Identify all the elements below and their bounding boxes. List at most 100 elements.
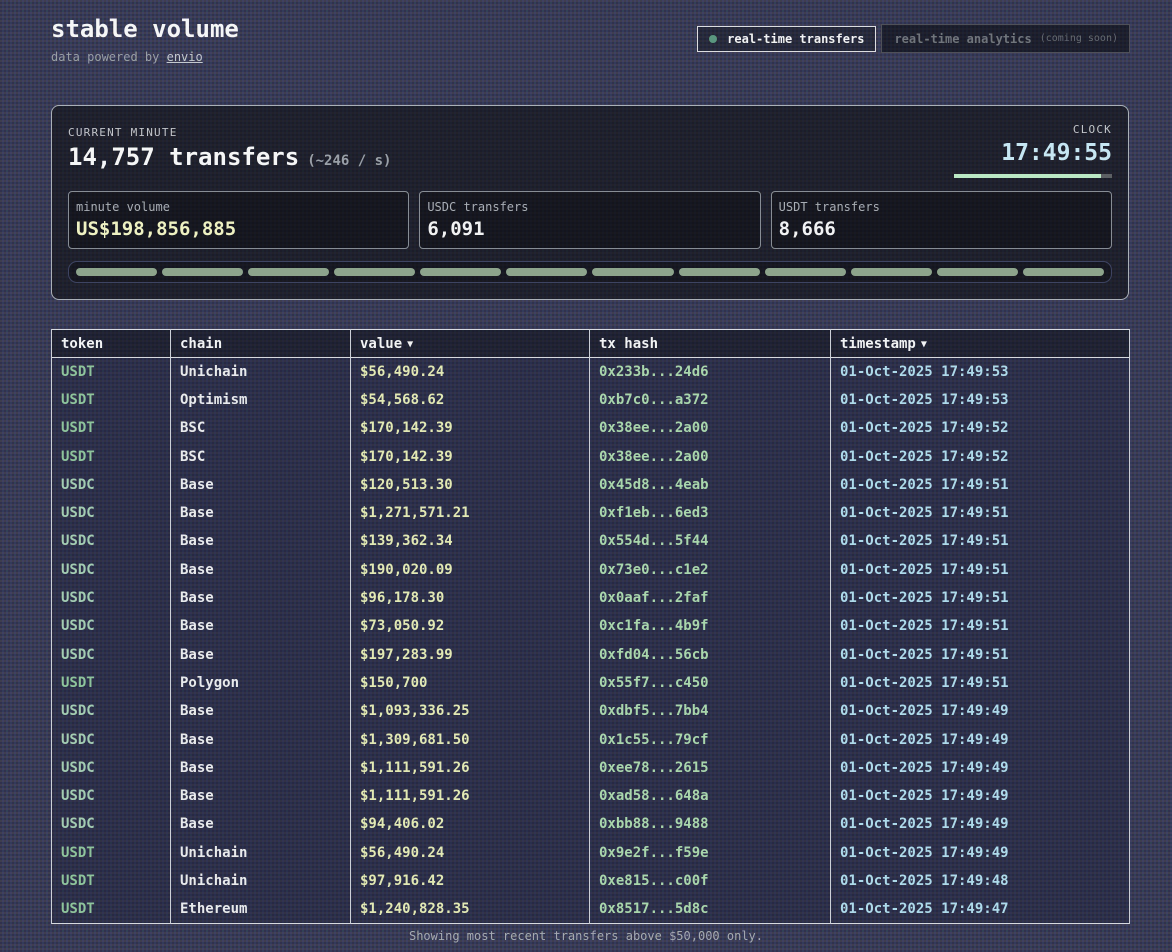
column-header-token[interactable]: token — [52, 330, 171, 358]
column-header-tx-hash[interactable]: tx hash — [590, 330, 831, 358]
segment-11 — [937, 268, 1018, 276]
cell-tx-hash: 0x55f7...c450 — [590, 669, 831, 697]
cell-tx-hash: 0xb7c0...a372 — [590, 386, 831, 414]
table-row[interactable]: USDC Base $1,111,591.26 0xad58...648a 01… — [52, 782, 1130, 810]
segment-8 — [679, 268, 760, 276]
cell-value: $197,283.99 — [351, 640, 590, 668]
current-minute-label: CURRENT MINUTE — [68, 126, 391, 139]
cell-timestamp: 01-Oct-2025 17:49:51 — [831, 471, 1130, 499]
cell-value: $96,178.30 — [351, 584, 590, 612]
cell-timestamp: 01-Oct-2025 17:49:49 — [831, 839, 1130, 867]
cell-token: USDC — [52, 556, 171, 584]
segment-12 — [1023, 268, 1104, 276]
cell-token: USDC — [52, 640, 171, 668]
table-row[interactable]: USDC Base $1,271,571.21 0xf1eb...6ed3 01… — [52, 499, 1130, 527]
cell-timestamp: 01-Oct-2025 17:49:47 — [831, 895, 1130, 923]
card-label: minute volume — [76, 200, 401, 214]
cell-tx-hash: 0x1c55...79cf — [590, 725, 831, 753]
table-row[interactable]: USDC Base $197,283.99 0xfd04...56cb 01-O… — [52, 640, 1130, 668]
card-value: 8,666 — [779, 218, 1104, 240]
table-row[interactable]: USDC Base $96,178.30 0x0aaf...2faf 01-Oc… — [52, 584, 1130, 612]
cell-tx-hash: 0x554d...5f44 — [590, 527, 831, 555]
transfers-table: token chain value▼ tx hash timestamp▼ US… — [51, 329, 1130, 924]
cell-value: $170,142.39 — [351, 414, 590, 442]
tab-real-time-transfers[interactable]: real-time transfers — [697, 26, 876, 52]
cell-tx-hash: 0xbb88...9488 — [590, 810, 831, 838]
clock-box: CLOCK 17:49:55 — [954, 123, 1112, 178]
table-row[interactable]: USDT BSC $170,142.39 0x38ee...2a00 01-Oc… — [52, 442, 1130, 470]
table-row[interactable]: USDC Base $1,309,681.50 0x1c55...79cf 01… — [52, 725, 1130, 753]
table-row[interactable]: USDC Base $139,362.34 0x554d...5f44 01-O… — [52, 527, 1130, 555]
segment-4 — [334, 268, 415, 276]
cell-token: USDT — [52, 386, 171, 414]
cell-chain: Base — [171, 584, 351, 612]
cell-token: USDC — [52, 527, 171, 555]
table-row[interactable]: USDT Unichain $56,490.24 0x233b...24d6 0… — [52, 358, 1130, 386]
cell-timestamp: 01-Oct-2025 17:49:51 — [831, 669, 1130, 697]
envio-link[interactable]: envio — [167, 50, 203, 64]
table-row[interactable]: USDC Base $73,050.92 0xc1fa...4b9f 01-Oc… — [52, 612, 1130, 640]
segment-5 — [420, 268, 501, 276]
column-header-timestamp[interactable]: timestamp▼ — [831, 330, 1130, 358]
table-row[interactable]: USDT Ethereum $1,240,828.35 0x8517...5d8… — [52, 895, 1130, 923]
cell-timestamp: 01-Oct-2025 17:49:53 — [831, 358, 1130, 386]
card-value: US$198,856,885 — [76, 218, 401, 240]
column-header-chain[interactable]: chain — [171, 330, 351, 358]
card-label: USDT transfers — [779, 200, 1104, 214]
table-row[interactable]: USDC Base $1,093,336.25 0xdbf5...7bb4 01… — [52, 697, 1130, 725]
cell-token: USDC — [52, 810, 171, 838]
cell-tx-hash: 0x38ee...2a00 — [590, 442, 831, 470]
tabs: real-time transfers real-time analytics … — [697, 24, 1130, 53]
sort-desc-icon: ▼ — [921, 339, 927, 350]
cell-token: USDT — [52, 839, 171, 867]
tab-analytics-label: real-time analytics — [894, 32, 1031, 46]
cell-timestamp: 01-Oct-2025 17:49:53 — [831, 386, 1130, 414]
topbar: stable volume data powered by envio real… — [51, 15, 1130, 64]
cell-value: $54,568.62 — [351, 386, 590, 414]
cell-value: $56,490.24 — [351, 839, 590, 867]
cell-token: USDT — [52, 867, 171, 895]
cell-value: $1,271,571.21 — [351, 499, 590, 527]
table-row[interactable]: USDT Unichain $56,490.24 0x9e2f...f59e 0… — [52, 839, 1130, 867]
card-usdc-transfers: USDC transfers 6,091 — [419, 191, 760, 249]
table-body: USDT Unichain $56,490.24 0x233b...24d6 0… — [52, 358, 1130, 924]
tab-real-time-analytics[interactable]: real-time analytics (coming soon) — [881, 24, 1130, 53]
table-row[interactable]: USDT Unichain $97,916.42 0xe815...c00f 0… — [52, 867, 1130, 895]
table-row[interactable]: USDT Optimism $54,568.62 0xb7c0...a372 0… — [52, 386, 1130, 414]
page: stable volume data powered by envio real… — [0, 0, 1172, 952]
column-header-value[interactable]: value▼ — [351, 330, 590, 358]
footnote: Showing most recent transfers above $50,… — [0, 929, 1172, 943]
column-label: chain — [180, 336, 222, 352]
cell-chain: BSC — [171, 414, 351, 442]
cell-timestamp: 01-Oct-2025 17:49:51 — [831, 499, 1130, 527]
segment-9 — [765, 268, 846, 276]
cell-token: USDC — [52, 612, 171, 640]
clock-progress-fill — [954, 174, 1101, 178]
cell-chain: Base — [171, 697, 351, 725]
table-row[interactable]: USDT Polygon $150,700 0x55f7...c450 01-O… — [52, 669, 1130, 697]
cell-chain: Base — [171, 810, 351, 838]
cell-tx-hash: 0x73e0...c1e2 — [590, 556, 831, 584]
cell-chain: Unichain — [171, 839, 351, 867]
cell-token: USDC — [52, 782, 171, 810]
table-row[interactable]: USDC Base $94,406.02 0xbb88...9488 01-Oc… — [52, 810, 1130, 838]
card-value: 6,091 — [427, 218, 752, 240]
table-row[interactable]: USDC Base $1,111,591.26 0xee78...2615 01… — [52, 754, 1130, 782]
cell-token: USDT — [52, 442, 171, 470]
hero-left: CURRENT MINUTE 14,757 transfers(~246 / s… — [68, 123, 391, 178]
hero-top-row: CURRENT MINUTE 14,757 transfers(~246 / s… — [68, 123, 1112, 178]
table-row[interactable]: USDT BSC $170,142.39 0x38ee...2a00 01-Oc… — [52, 414, 1130, 442]
card-usdt-transfers: USDT transfers 8,666 — [771, 191, 1112, 249]
table-row[interactable]: USDC Base $120,513.30 0x45d8...4eab 01-O… — [52, 471, 1130, 499]
cell-chain: BSC — [171, 442, 351, 470]
tab-transfers-label: real-time transfers — [727, 32, 864, 46]
minute-progress-segments — [68, 261, 1112, 283]
stat-cards: minute volume US$198,856,885 USDC transf… — [68, 191, 1112, 249]
cell-chain: Base — [171, 640, 351, 668]
cell-value: $1,093,336.25 — [351, 697, 590, 725]
transfer-count-value: 14,757 transfers — [68, 143, 299, 171]
cell-timestamp: 01-Oct-2025 17:49:52 — [831, 414, 1130, 442]
tab-analytics-coming-soon: (coming soon) — [1040, 33, 1118, 44]
cell-timestamp: 01-Oct-2025 17:49:49 — [831, 782, 1130, 810]
table-row[interactable]: USDC Base $190,020.09 0x73e0...c1e2 01-O… — [52, 556, 1130, 584]
